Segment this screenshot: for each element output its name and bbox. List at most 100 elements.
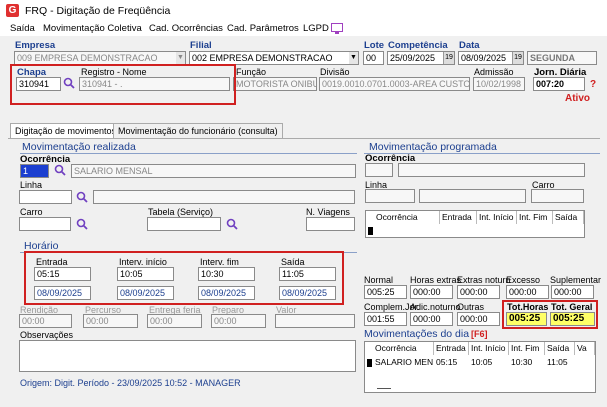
grid-header: Va [575,342,595,355]
carro-field[interactable] [19,217,71,231]
complem-field: 001:55 [364,312,407,326]
table-cell[interactable]: SALARIO MEN [373,357,434,368]
excesso-label: Excesso [506,275,541,285]
empresa-select[interactable]: 009 EMPRESA DEMONSTRACAO ▼ [14,51,186,65]
observacoes-label: Observações [20,330,74,340]
prog-grid: Ocorrência Entrada Int. Início Int. Fim … [365,210,585,238]
linha-field[interactable] [19,190,72,204]
adic-noturno-field: 000:00 [410,312,453,326]
tabela-label: Tabela (Serviço) [148,207,214,217]
extras-noturn-label: Extras noturn [457,275,511,285]
empresa-value: 009 EMPRESA DEMONSTRACAO [17,53,158,63]
entrega-field: 00:00 [147,314,202,328]
competencia-field[interactable]: 25/09/2025 19 [387,51,455,65]
prog-carro-field [531,189,584,203]
chevron-down-icon[interactable]: ▼ [176,52,185,64]
help-icon[interactable]: ? [590,79,596,90]
carro-label: Carro [20,207,43,217]
tab-divider [8,138,600,139]
highlight-totais [502,300,598,329]
tab-movimentacao-consulta[interactable]: Movimentação do funcionário (consulta) [113,123,283,138]
filial-label: Filial [190,40,212,51]
lote-field[interactable]: 00 [363,51,384,65]
grid-header: Entrada [434,342,469,355]
lote-label: Lote [364,40,385,51]
rendicao-field: 00:00 [19,314,72,328]
search-icon[interactable] [76,191,88,203]
preparo-field: 00:00 [211,314,266,328]
tabela-field[interactable] [147,217,221,231]
menu-saida[interactable]: Saída [10,23,35,34]
table-cell[interactable]: 10:05 [469,357,509,368]
menu-movimentacao-coletiva[interactable]: Movimentação Coletiva [43,23,142,34]
admissao-label: Admissão [474,67,514,77]
competencia-value: 25/09/2025 [390,53,436,63]
menu-cad-parametros[interactable]: Cad. Parâmetros [227,23,299,34]
grid-header: Ocorrência [373,342,434,355]
title-bar: G FRQ - Digitação de Freqüência [0,0,607,22]
highlight-horario [24,251,344,305]
mov-dia-grid: Ocorrência Entrada Int. Início Int. Fim … [364,341,596,393]
suplementar-field: 000:00 [551,285,594,299]
table-cell[interactable]: 10:30 [509,357,545,368]
prog-ocorrencia-code [365,163,393,177]
data-label: Data [459,40,480,51]
window-title: FRQ - Digitação de Freqüência [25,5,171,17]
linha-desc-field [93,190,355,204]
grid-header: Saída [545,342,575,355]
prog-linha-field [365,189,415,203]
calendar-icon[interactable]: 19 [443,52,454,64]
ocorrencia-code-field[interactable]: 1 [20,164,49,178]
filial-select[interactable]: 002 EMPRESA DEMONSTRACAO ▼ [189,51,359,65]
chevron-down-icon[interactable]: ▼ [349,52,358,64]
adic-noturno-label: Adic.noturno [410,302,461,312]
search-icon[interactable] [54,164,66,176]
outras-field: 000:00 [457,312,500,326]
mov-programada-title: Movimentação programada [369,141,497,153]
table-cell[interactable]: 05:15 [434,357,469,368]
status-badge: Ativo [565,93,590,104]
monitor-icon[interactable] [331,23,343,34]
normal-field: 005:25 [364,285,407,299]
competencia-label: Competência [388,40,448,51]
mov-realizada-title: Movimentação realizada [22,141,136,153]
divider [20,153,357,154]
data-value: 08/09/2025 [461,53,507,63]
valor-field [275,314,355,328]
grid-header: Ocorrência [374,211,440,224]
origem-text: Origem: Digit. Período - 23/09/2025 10:5… [20,378,241,388]
jornada-field: 007:20 [533,77,585,91]
prog-ocorrencia-desc [398,163,585,177]
grid-header: Entrada [440,211,477,224]
table-cell[interactable]: 11:05 [545,357,575,368]
suplementar-label: Suplementar [550,275,602,285]
row-indicator-icon [368,227,373,235]
menu-lgpd[interactable]: LGPD [303,23,329,34]
highlight-chapa [10,64,236,105]
observacoes-field[interactable] [19,340,356,372]
mov-dia-hotkey: [F6] [471,329,488,339]
grid-header: Saída [553,211,584,224]
search-icon[interactable] [76,218,88,230]
viagens-field[interactable] [306,217,355,231]
ocorrencia-desc-field: SALARIO MENSAL [71,164,356,178]
filial-value: 002 EMPRESA DEMONSTRACAO [192,53,333,63]
empresa-label: Empresa [15,40,56,51]
menu-bar: Saída Movimentação Coletiva Cad. Ocorrên… [0,22,607,36]
linha-label: Linha [20,180,43,190]
divisao-field: 0019.0010.0701.0003-AREA CUSTO MI [319,77,470,91]
viagens-label: N. Viagens [306,207,350,217]
extras-noturn-field: 000:00 [457,285,500,299]
scrollbar-thumb[interactable] [377,388,391,389]
menu-cad-ocorrencias[interactable]: Cad. Ocorrências [149,23,223,34]
calendar-icon[interactable]: 19 [512,52,523,64]
data-field[interactable]: 08/09/2025 19 [458,51,524,65]
search-icon[interactable] [226,218,238,230]
outras-label: Outras [457,302,485,312]
app-logo-icon: G [6,4,19,17]
mov-dia-title: Movimentações do dia [364,328,470,340]
weekday-field: SEGUNDA [527,51,597,65]
tab-digitacao[interactable]: Digitação de movimentos [10,123,122,138]
funcao-field: MOTORISTA ONIBU [233,77,317,91]
admissao-field: 10/02/1998 [473,77,525,91]
